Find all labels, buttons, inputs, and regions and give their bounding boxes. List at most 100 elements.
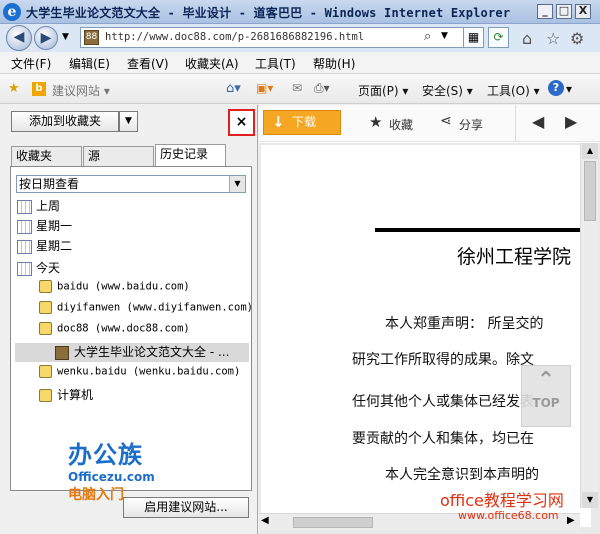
suggested-sites-button[interactable]: 建议网站 ▾: [52, 82, 110, 99]
menu-view[interactable]: 查看(V): [127, 55, 169, 72]
next-page-icon[interactable]: ▶: [565, 112, 577, 131]
page-menu-button[interactable]: 页面(P) ▾: [358, 82, 408, 99]
site-folder-icon: [39, 301, 52, 314]
history-group-label: 星期二: [36, 239, 73, 253]
site-folder-icon: [39, 280, 52, 293]
favorites-button[interactable]: ☆: [546, 29, 560, 48]
history-site-diyifanwen[interactable]: diyifanwen (www.diyifanwen.com): [39, 301, 253, 320]
address-input[interactable]: 88 http://www.doc88.com/p-2681686882196.…: [80, 27, 480, 48]
history-site-label: baidu (www.baidu.com): [57, 280, 190, 293]
prev-page-icon[interactable]: ◀: [532, 112, 544, 131]
tools-menu-button[interactable]: 工具(O) ▾: [487, 82, 540, 99]
command-bar: ★ b 建议网站 ▾ ⌂▾ ▣▾ ✉ ⎙▾ 页面(P) ▾ 安全(S) ▾ 工具…: [0, 74, 600, 104]
tab-history[interactable]: 历史记录: [155, 144, 226, 167]
star-icon: ☆: [546, 29, 561, 48]
view-by-select[interactable]: 按日期查看 ▼: [16, 175, 246, 193]
menu-bar: 文件(F) 编辑(E) 查看(V) 收藏夹(A) 工具(T) 帮助(H): [0, 52, 600, 74]
scroll-right-icon[interactable]: ▶: [567, 515, 575, 526]
site-folder-open-icon: [39, 322, 52, 335]
add-to-favorites-button[interactable]: 添加到收藏夹: [11, 111, 119, 132]
calendar-icon: [17, 261, 32, 276]
back-button[interactable]: ◀: [6, 25, 32, 51]
history-site-wenku[interactable]: wenku.baidu (wenku.baidu.com): [39, 365, 240, 384]
gear-icon: ⚙: [570, 29, 585, 48]
tab-favorites[interactable]: 收藏夹: [11, 146, 82, 166]
document-line: 研究工作所取得的成果。除文: [352, 352, 534, 368]
history-group-label: 星期一: [36, 219, 73, 233]
history-group-last-week[interactable]: 上周: [17, 197, 60, 216]
safety-menu-button[interactable]: 安全(S) ▾: [422, 82, 473, 99]
watermark-title: office教程学习网: [440, 491, 564, 510]
address-dropdown-icon[interactable]: ▼: [441, 31, 448, 41]
recent-pages-dropdown[interactable]: ▼: [62, 32, 69, 42]
scroll-up-icon[interactable]: ▲: [582, 143, 598, 159]
refresh-button[interactable]: ⟳: [488, 27, 509, 48]
tab-feeds[interactable]: 源: [83, 146, 154, 166]
minimize-button[interactable]: _: [537, 4, 553, 19]
share-label[interactable]: 分享: [459, 116, 483, 133]
add-to-favorites-dropdown[interactable]: ▼: [119, 111, 138, 132]
menu-file[interactable]: 文件(F): [11, 55, 51, 72]
search-icon[interactable]: ⌕: [424, 29, 431, 44]
close-window-button[interactable]: X: [575, 4, 591, 19]
favorites-star-icon[interactable]: ★: [8, 81, 20, 96]
document-line: 本人完全意识到本声明的: [385, 467, 539, 483]
scroll-down-icon[interactable]: ▼: [582, 492, 598, 508]
calendar-icon: [17, 219, 32, 234]
window-title: 大学生毕业论文范文大全 - 毕业设计 - 道客巴巴 - Windows Inte…: [26, 6, 511, 20]
favorite-label[interactable]: 收藏: [389, 116, 413, 133]
history-site-doc88[interactable]: doc88 (www.doc88.com): [39, 322, 190, 341]
favorite-star-icon[interactable]: ★: [369, 113, 382, 131]
page-favicon-icon: 88: [84, 30, 99, 45]
history-group-label: 今天: [36, 261, 61, 275]
history-site-computer[interactable]: 计算机: [39, 386, 93, 405]
menu-tools[interactable]: 工具(T): [255, 55, 296, 72]
back-to-top-button[interactable]: ⌃ TOP: [521, 365, 571, 427]
doc-toolbar: ↓ 下载 ★ 收藏 ⋖ 分享 ◀ ▶: [259, 105, 600, 142]
site-folder-icon: [39, 389, 52, 402]
compat-view-button[interactable]: ▦: [463, 27, 484, 48]
favorites-pane: 添加到收藏夹 ▼ × 收藏夹 源 历史记录 按日期查看 ▼ 上周 星期一 星期二…: [0, 105, 258, 534]
feeds-icon[interactable]: ▣▾: [256, 81, 273, 95]
mail-icon[interactable]: ✉: [292, 81, 302, 95]
vertical-scrollbar[interactable]: ▲ ▼: [580, 143, 598, 508]
heading-rule: [375, 228, 591, 232]
home-button[interactable]: ⌂: [522, 29, 532, 48]
chevron-up-icon: ⌃: [536, 368, 556, 393]
refresh-icon: ⟳: [493, 30, 504, 44]
menu-favorites[interactable]: 收藏夹(A): [185, 55, 239, 72]
title-bar: e 大学生毕业论文范文大全 - 毕业设计 - 道客巴巴 - Windows In…: [0, 0, 600, 24]
logo-domain: Officezu.com: [68, 470, 155, 484]
print-icon[interactable]: ⎙▾: [314, 81, 330, 96]
menu-edit[interactable]: 编辑(E): [69, 55, 110, 72]
address-url: http://www.doc88.com/p-2681686882196.htm…: [105, 31, 365, 43]
help-icon[interactable]: ?: [548, 80, 564, 96]
enable-suggested-sites-button[interactable]: 启用建议网站...: [123, 497, 249, 518]
home-cmd-icon[interactable]: ⌂▾: [226, 81, 241, 96]
view-by-value: 按日期查看: [19, 177, 80, 191]
toolbar-divider: [515, 105, 516, 142]
history-group-today[interactable]: 今天: [17, 259, 60, 278]
history-site-label: 计算机: [57, 388, 94, 402]
history-site-label: diyifanwen (www.diyifanwen.com): [57, 301, 253, 314]
close-pane-button[interactable]: ×: [228, 109, 255, 136]
download-arrow-icon: ↓: [272, 113, 285, 131]
scroll-left-icon[interactable]: ◀: [261, 515, 269, 526]
address-row: ◀ ▶ ▼ 88 http://www.doc88.com/p-26816868…: [0, 24, 600, 52]
forward-button[interactable]: ▶: [34, 26, 58, 50]
history-page-selected[interactable]: 大学生毕业论文范文大全 - ...: [15, 343, 249, 362]
download-label: 下载: [292, 115, 317, 129]
history-group-tuesday[interactable]: 星期二: [17, 237, 72, 256]
share-icon[interactable]: ⋖: [440, 113, 452, 129]
tools-button[interactable]: ⚙: [570, 29, 584, 48]
vertical-scroll-thumb[interactable]: [584, 161, 596, 221]
history-site-baidu[interactable]: baidu (www.baidu.com): [39, 280, 190, 299]
logo-title: 办公族: [68, 441, 143, 469]
history-group-monday[interactable]: 星期一: [17, 217, 72, 236]
help-dropdown[interactable]: ▾: [566, 82, 572, 96]
download-button[interactable]: ↓ 下载: [263, 110, 341, 135]
horizontal-scroll-thumb[interactable]: [293, 517, 373, 528]
maximize-button[interactable]: □: [556, 4, 572, 19]
history-site-label: wenku.baidu (wenku.baidu.com): [57, 365, 241, 378]
menu-help[interactable]: 帮助(H): [313, 55, 355, 72]
